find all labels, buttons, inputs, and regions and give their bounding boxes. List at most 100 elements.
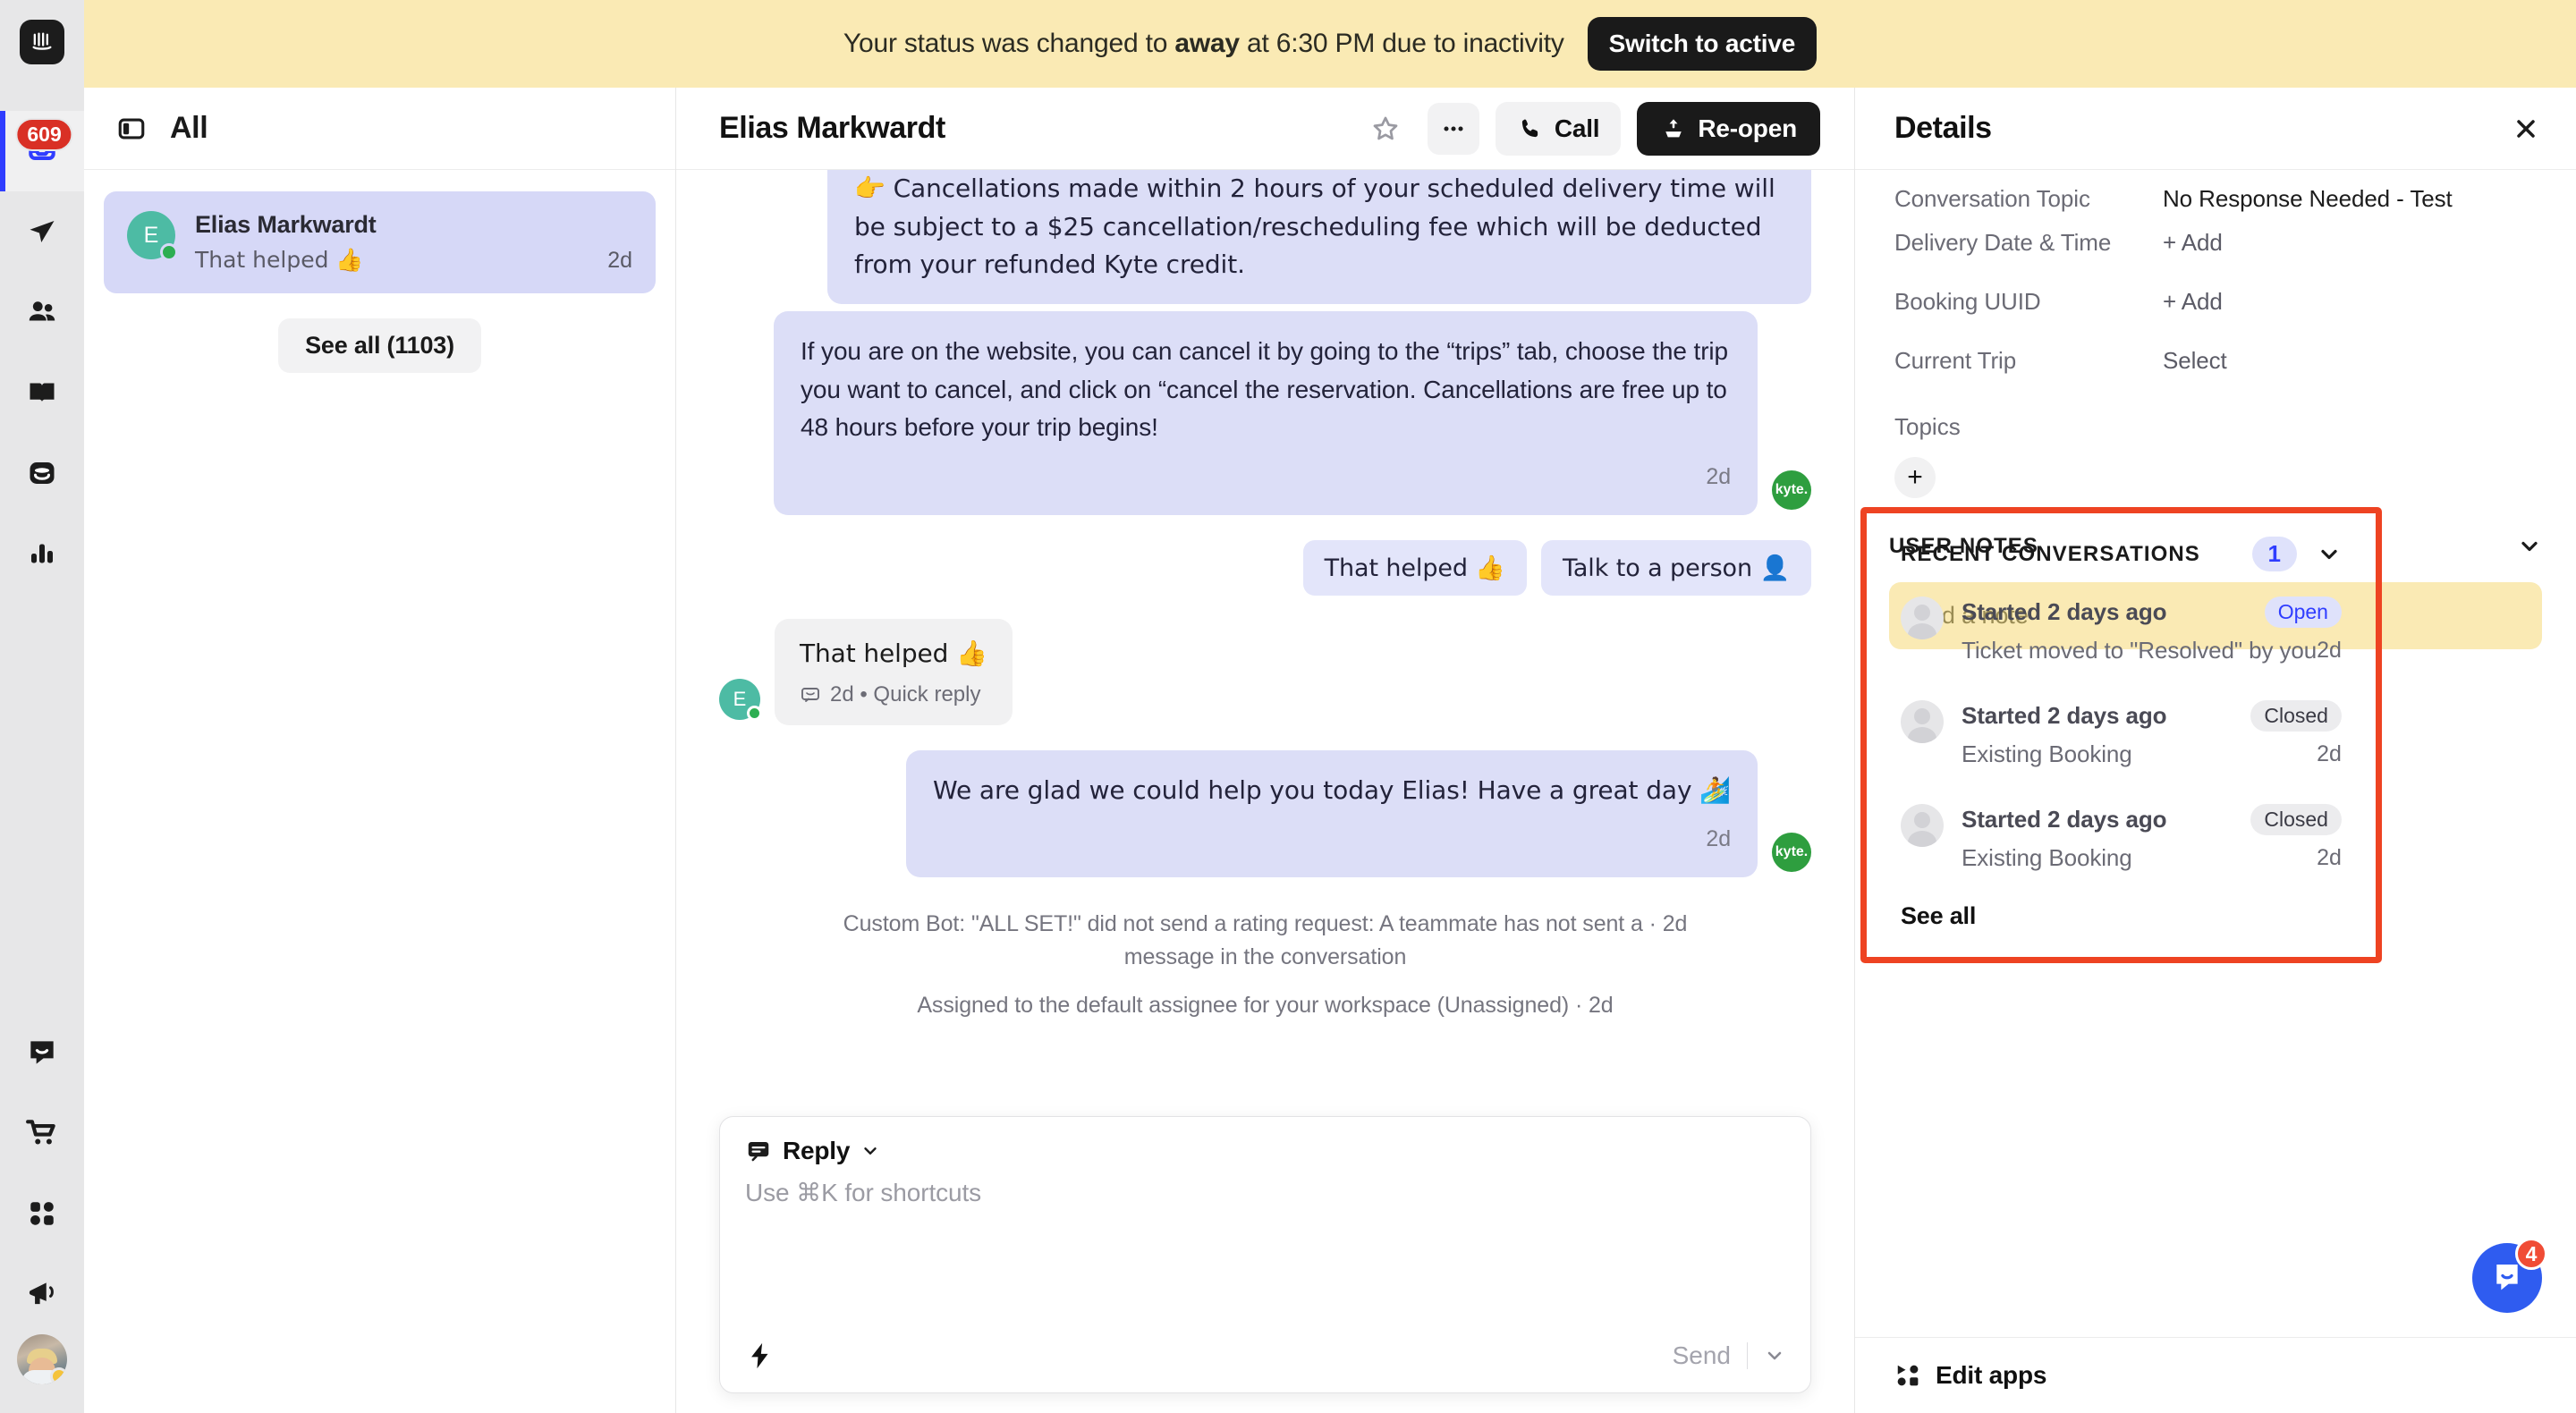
message-bubble: 👉 Cancellations made within 2 hours of y… bbox=[827, 170, 1811, 304]
send-button[interactable]: Send bbox=[1673, 1341, 1731, 1370]
reopen-button[interactable]: Re-open bbox=[1637, 101, 1820, 156]
primary-nav-rail: 609 bbox=[0, 0, 84, 1413]
star-icon bbox=[1373, 116, 1398, 140]
recent-conversation-bottom-row: Existing Booking 2d bbox=[1962, 835, 2342, 872]
message-bubble: If you are on the website, you can cance… bbox=[774, 311, 1758, 515]
sidebar-item-outbound[interactable] bbox=[0, 191, 84, 272]
quick-replies: That helped 👍 Talk to a person 👤 bbox=[719, 539, 1811, 596]
reply-icon bbox=[748, 1142, 769, 1162]
message-bubble-inbound: That helped 👍 2d • Quick reply bbox=[775, 618, 1013, 725]
message-meta-text: 2d • Quick reply bbox=[830, 681, 981, 706]
recent-conversations-header[interactable]: RECENT CONVERSATIONS 1 bbox=[1867, 513, 2376, 586]
messenger-launcher-button[interactable]: 4 bbox=[2472, 1238, 2547, 1313]
message-text: We are glad we could help you today Elia… bbox=[933, 774, 1731, 805]
recent-conversation-body: Started 2 days ago Open Ticket moved to … bbox=[1962, 597, 2342, 664]
system-event: Assigned to the default assignee for you… bbox=[917, 993, 1614, 1019]
quick-reply-that-helped[interactable]: That helped 👍 bbox=[1302, 539, 1527, 596]
ellipsis-icon bbox=[1444, 125, 1463, 131]
sidebar-item-data[interactable] bbox=[0, 433, 84, 513]
chevron-down-icon[interactable] bbox=[1764, 1345, 1785, 1366]
status-badge: Open bbox=[2264, 597, 2342, 628]
shopping-cart-icon bbox=[26, 1120, 55, 1145]
lightning-icon[interactable] bbox=[745, 1341, 775, 1371]
message-meta: 2d • Quick reply bbox=[800, 682, 987, 707]
see-all-conversations-button[interactable]: See all (1103) bbox=[278, 318, 481, 373]
more-options-button[interactable] bbox=[1427, 102, 1479, 155]
sidebar-item-knowledge[interactable] bbox=[0, 352, 84, 433]
list-item-name: Elias Markwardt bbox=[195, 211, 377, 238]
edit-apps-button[interactable]: Edit apps bbox=[1855, 1337, 2576, 1413]
sidebar-item-commerce[interactable] bbox=[0, 1093, 84, 1173]
composer-placeholder: Use ⌘K for shortcuts bbox=[745, 1179, 982, 1206]
composer-mode-label: Reply bbox=[783, 1137, 851, 1164]
attribute-value: No Response Needed - Test bbox=[2163, 185, 2453, 212]
rail-bottom-group bbox=[0, 1012, 84, 1390]
attributes-list: Conversation Topic No Response Needed - … bbox=[1855, 170, 2576, 390]
star-button[interactable] bbox=[1360, 103, 1411, 155]
details-panel: Details Conversation Topic No Response N… bbox=[1855, 88, 2576, 1413]
panel-toggle-icon[interactable] bbox=[116, 114, 147, 144]
message-bubble: We are glad we could help you today Elia… bbox=[906, 749, 1758, 878]
composer-input[interactable]: Use ⌘K for shortcuts bbox=[720, 1165, 1810, 1341]
book-icon bbox=[30, 383, 55, 402]
list-item[interactable]: E Elias Markwardt That helped 👍 2d bbox=[104, 191, 656, 293]
sidebar-item-apps[interactable] bbox=[0, 1173, 84, 1254]
recent-conversation-bottom-row: Existing Booking 2d bbox=[1962, 732, 2342, 768]
recent-conversation-item[interactable]: Started 2 days ago Closed Existing Booki… bbox=[1867, 793, 2376, 897]
status-banner: Your status was changed to away at 6:30 … bbox=[84, 0, 2576, 88]
composer-footer: Send bbox=[720, 1341, 1810, 1392]
section-header-right: 1 bbox=[2251, 537, 2342, 571]
list-item-time: 2d bbox=[607, 248, 632, 273]
conversation-title: Elias Markwardt bbox=[719, 111, 945, 145]
chevron-down-icon[interactable] bbox=[2317, 542, 2342, 567]
online-dot bbox=[160, 243, 178, 261]
avatar bbox=[1901, 804, 1944, 847]
composer-mode-row[interactable]: Reply bbox=[720, 1117, 1810, 1165]
list-item-meta: Elias Markwardt That helped 👍 2d bbox=[195, 211, 632, 274]
agent-avatar: kyte. bbox=[1772, 470, 1811, 510]
see-all-recent-conversations-button[interactable]: See all bbox=[1867, 897, 2376, 957]
edit-apps-label: Edit apps bbox=[1936, 1361, 2047, 1389]
avatar bbox=[1901, 700, 1944, 743]
attribute-value[interactable]: + Add bbox=[2163, 288, 2223, 316]
main-columns: All E Elias Markwardt That helped 👍 2d S… bbox=[84, 88, 2576, 1413]
switch-to-active-button[interactable]: Switch to active bbox=[1587, 17, 1818, 71]
status-banner-text: Your status was changed to away at 6:30 … bbox=[843, 29, 1564, 59]
bar-chart-icon bbox=[31, 544, 53, 563]
plus-icon[interactable]: + bbox=[1894, 457, 1936, 498]
attribute-row[interactable]: Current Trip Select bbox=[1894, 331, 2537, 390]
sidebar-item-messenger[interactable] bbox=[0, 1012, 84, 1093]
recent-conversation-item[interactable]: Started 2 days ago Open Ticket moved to … bbox=[1867, 586, 2376, 690]
chevron-down-icon[interactable] bbox=[2517, 534, 2542, 559]
avatar[interactable] bbox=[17, 1334, 67, 1384]
apps-grid-icon bbox=[30, 1202, 54, 1225]
recent-conversation-item[interactable]: Started 2 days ago Closed Existing Booki… bbox=[1867, 690, 2376, 793]
avatar-initial: E bbox=[143, 222, 159, 248]
attribute-key: Conversation Topic bbox=[1894, 185, 2090, 212]
recent-conversation-preview: Existing Booking bbox=[1962, 844, 2132, 871]
intercom-inbox-app: 609 Your status was changed to away at 6… bbox=[0, 0, 2576, 1413]
sidebar-item-inbox[interactable]: 609 bbox=[0, 111, 84, 191]
conversation-header: Elias Markwardt Call Re-open bbox=[676, 88, 1854, 170]
attribute-value[interactable]: Select bbox=[2163, 347, 2227, 375]
message-text: If you are on the website, you can cance… bbox=[801, 337, 1729, 442]
divider bbox=[1747, 1342, 1748, 1369]
attribute-row[interactable]: Conversation Topic No Response Needed - … bbox=[1894, 170, 2537, 213]
recent-conversations-count: 1 bbox=[2251, 537, 2297, 571]
conversation-list-header: All bbox=[84, 88, 675, 170]
quick-reply-talk-to-person[interactable]: Talk to a person 👤 bbox=[1540, 539, 1811, 596]
attribute-row[interactable]: Booking UUID + Add bbox=[1894, 272, 2537, 331]
quick-reply-icon bbox=[801, 687, 819, 702]
sidebar-item-news[interactable] bbox=[0, 1254, 84, 1334]
agent-avatar: kyte. bbox=[1772, 833, 1811, 873]
sidebar-item-reports[interactable] bbox=[0, 513, 84, 594]
intercom-logo-icon[interactable] bbox=[20, 20, 64, 64]
close-icon[interactable] bbox=[2512, 114, 2540, 143]
call-button[interactable]: Call bbox=[1495, 101, 1622, 156]
recent-conversation-top-row: Started 2 days ago Open bbox=[1962, 597, 2342, 628]
sidebar-item-contacts[interactable] bbox=[0, 272, 84, 352]
attribute-value[interactable]: + Add bbox=[2163, 229, 2223, 257]
attribute-row[interactable]: Delivery Date & Time + Add bbox=[1894, 213, 2537, 272]
recent-conversation-preview: Ticket moved to "Resolved" by you bbox=[1962, 637, 2318, 664]
details-scroll[interactable]: Conversation Topic No Response Needed - … bbox=[1855, 170, 2576, 1337]
